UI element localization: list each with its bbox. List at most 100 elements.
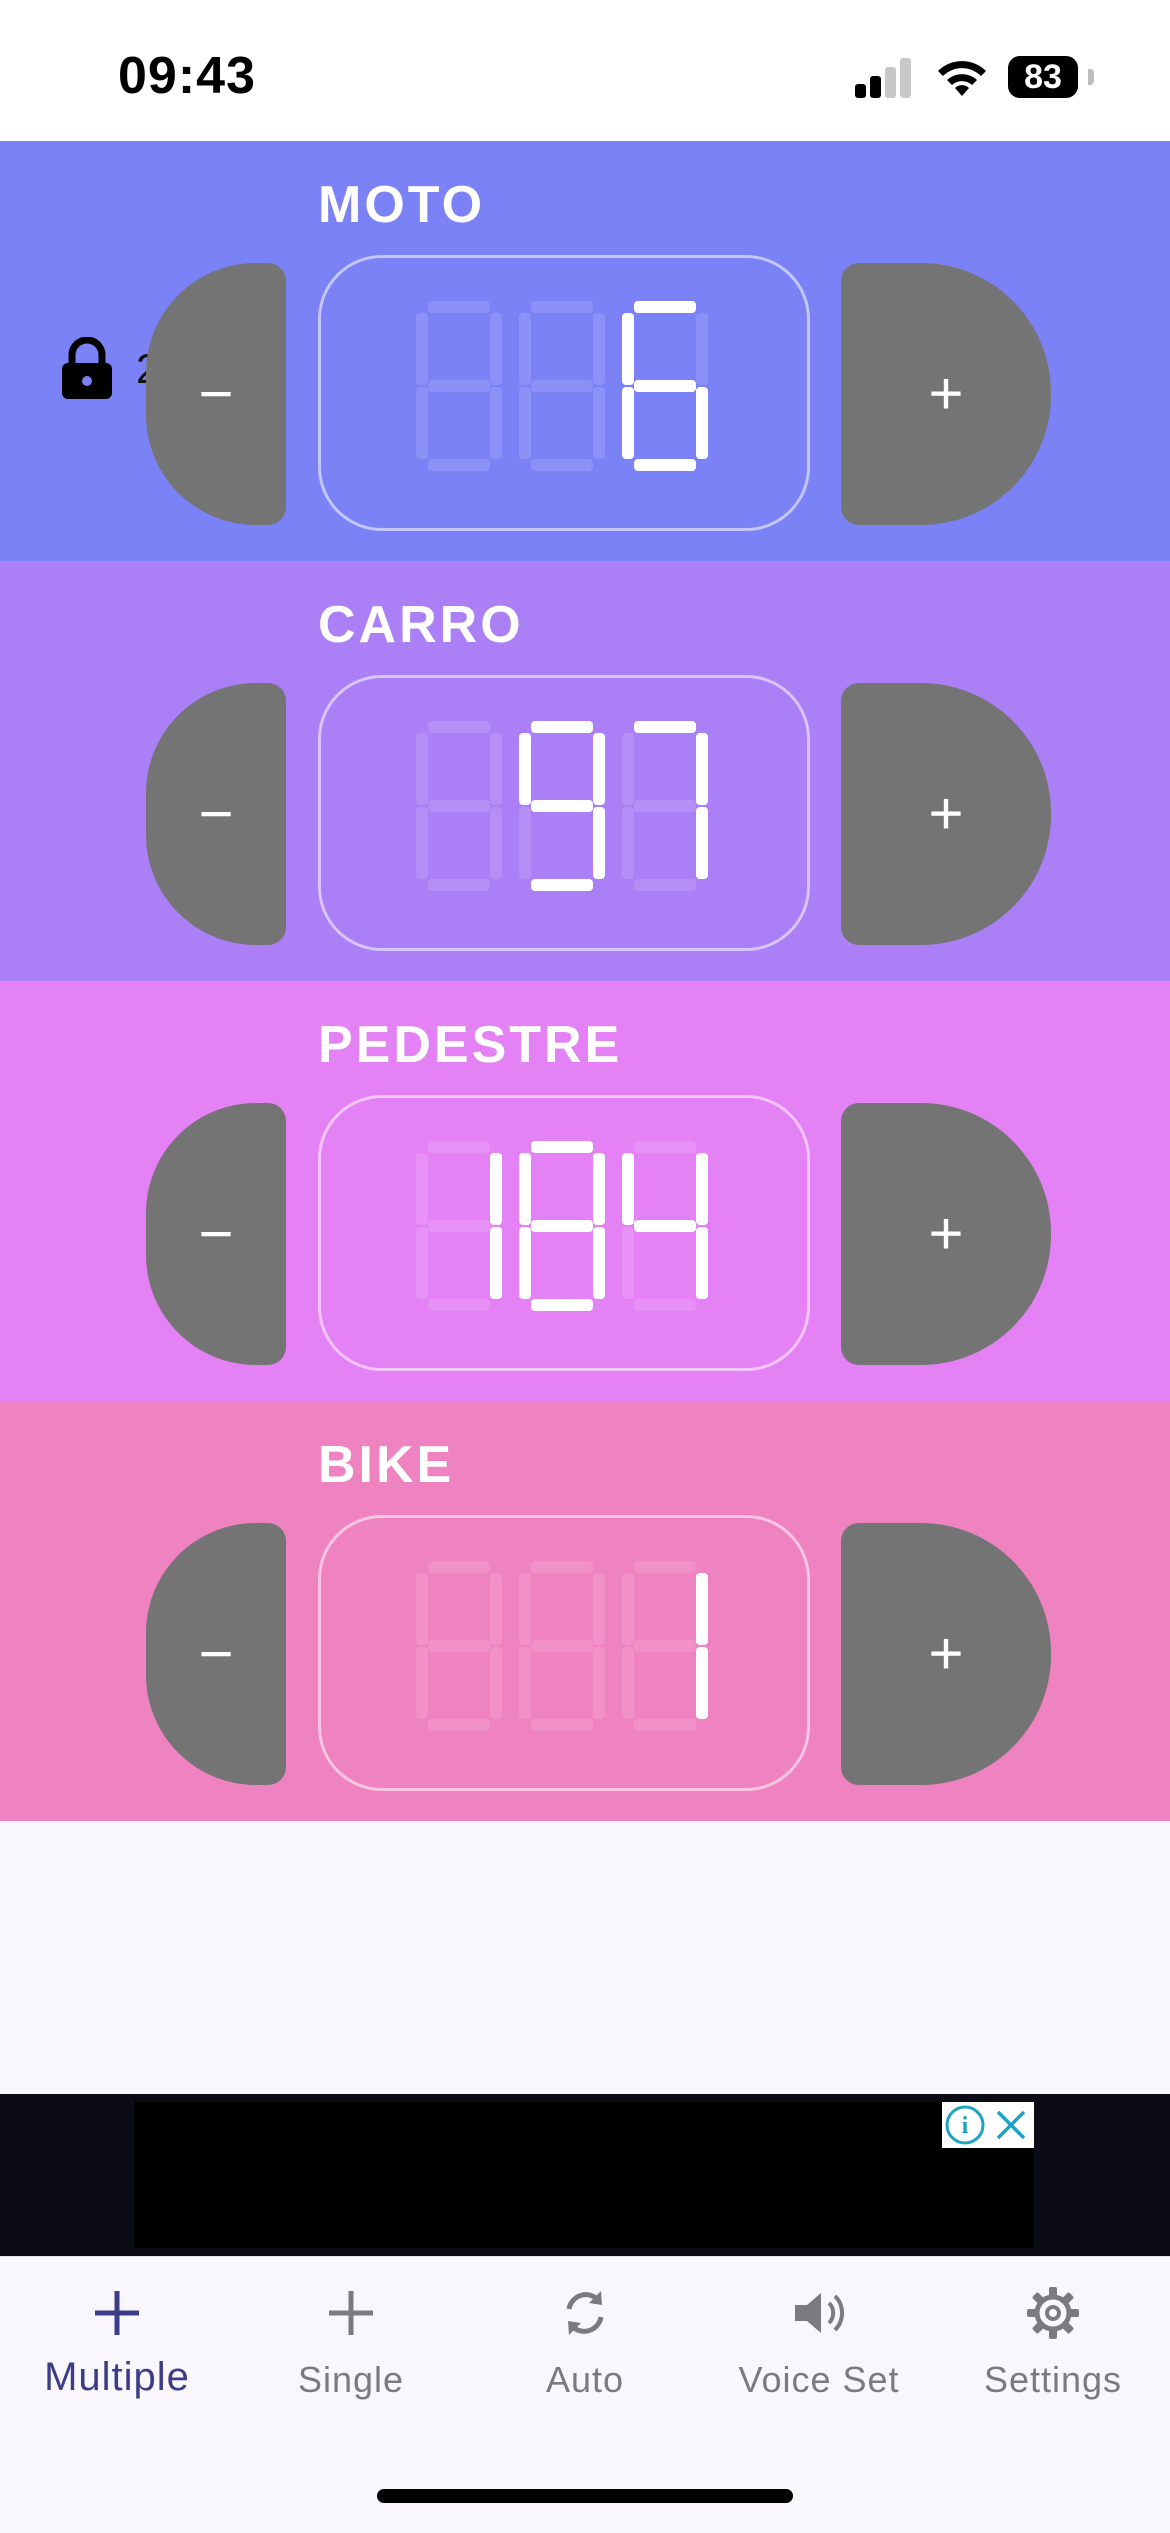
plus-icon: + bbox=[928, 360, 964, 427]
seven-segment-digits bbox=[416, 1561, 708, 1731]
segment-d bbox=[531, 1299, 593, 1311]
segment-d bbox=[531, 879, 593, 891]
segment-e bbox=[416, 1227, 428, 1299]
minus-icon: − bbox=[198, 360, 234, 427]
segment-f bbox=[519, 313, 531, 385]
decrement-button[interactable]: − bbox=[146, 1103, 286, 1365]
ad-banner: i bbox=[0, 2094, 1170, 2256]
segment-b bbox=[593, 313, 605, 385]
segment-f bbox=[622, 1153, 634, 1225]
segment-c bbox=[593, 387, 605, 459]
segment-c bbox=[593, 1647, 605, 1719]
segment-f bbox=[622, 313, 634, 385]
tab-label: Multiple bbox=[44, 2355, 190, 2399]
minus-icon: − bbox=[198, 1200, 234, 1267]
ad-content[interactable]: i bbox=[134, 2102, 1034, 2248]
segment-b bbox=[490, 1573, 502, 1645]
increment-button[interactable]: + bbox=[841, 1103, 1051, 1365]
segment-a bbox=[531, 721, 593, 733]
tab-settings[interactable]: Settings bbox=[936, 2257, 1170, 2427]
tab-auto[interactable]: Auto bbox=[468, 2257, 702, 2427]
segment-d bbox=[428, 879, 490, 891]
segment-e bbox=[416, 807, 428, 879]
segment-c bbox=[696, 1227, 708, 1299]
seven-segment-digits bbox=[416, 721, 708, 891]
status-time: 09:43 bbox=[118, 47, 256, 105]
segment-d bbox=[428, 1299, 490, 1311]
segment-g bbox=[634, 380, 696, 392]
segment-f bbox=[416, 313, 428, 385]
tab-label: Auto bbox=[545, 2359, 625, 2400]
plus-icon bbox=[95, 2291, 139, 2335]
wifi-icon bbox=[938, 61, 986, 96]
segment-a bbox=[531, 1561, 593, 1573]
segment-b bbox=[490, 1153, 502, 1225]
counter-bike: BIKE − + bbox=[0, 1401, 1170, 1821]
segment-d bbox=[531, 459, 593, 471]
segment-b bbox=[593, 1573, 605, 1645]
segment-c bbox=[490, 1647, 502, 1719]
segment-f bbox=[622, 733, 634, 805]
tab-multiple[interactable]: Multiple bbox=[0, 2257, 234, 2427]
segment-f bbox=[416, 1153, 428, 1225]
segment-f bbox=[519, 1573, 531, 1645]
segment-c bbox=[696, 807, 708, 879]
segment-g bbox=[634, 1220, 696, 1232]
counter-display bbox=[318, 1095, 810, 1371]
counter-label: MOTO bbox=[318, 176, 486, 234]
ad-close-icon[interactable] bbox=[988, 2102, 1034, 2148]
segment-e bbox=[519, 1227, 531, 1299]
segment-a bbox=[531, 1141, 593, 1153]
plus-icon: + bbox=[928, 1200, 964, 1267]
counter-display bbox=[318, 255, 810, 531]
decrement-button[interactable]: − bbox=[146, 683, 286, 945]
segment-c bbox=[490, 1227, 502, 1299]
gear-icon bbox=[1027, 2287, 1079, 2339]
tab-label: Single bbox=[297, 2359, 405, 2400]
segment-e bbox=[622, 1647, 634, 1719]
minus-icon: − bbox=[198, 1620, 234, 1687]
decrement-button[interactable]: − bbox=[146, 1523, 286, 1785]
segment-c bbox=[696, 1647, 708, 1719]
segment-b bbox=[490, 733, 502, 805]
battery-icon: 83 bbox=[1008, 56, 1094, 98]
tab-label: Voice Set bbox=[738, 2359, 900, 2400]
counter-label: BIKE bbox=[318, 1436, 455, 1494]
ad-info-icon[interactable]: i bbox=[942, 2102, 988, 2148]
counter-label: CARRO bbox=[318, 596, 524, 654]
plus-icon: + bbox=[928, 1620, 964, 1687]
lock-icon[interactable] bbox=[60, 337, 114, 401]
segment-a bbox=[428, 1561, 490, 1573]
segment-f bbox=[622, 1573, 634, 1645]
counter-carro: CARRO − + bbox=[0, 561, 1170, 981]
decrement-button[interactable]: − bbox=[146, 263, 286, 525]
tab-single[interactable]: Single bbox=[234, 2257, 468, 2427]
segment-a bbox=[428, 721, 490, 733]
increment-button[interactable]: + bbox=[841, 683, 1051, 945]
increment-button[interactable]: + bbox=[841, 263, 1051, 525]
segment-g bbox=[531, 800, 593, 812]
segment-e bbox=[519, 807, 531, 879]
segment-b bbox=[696, 1573, 708, 1645]
counter-label: PEDESTRE bbox=[318, 1016, 623, 1074]
refresh-icon bbox=[566, 2291, 604, 2335]
tab-label: Settings bbox=[983, 2359, 1123, 2400]
segment-a bbox=[634, 1141, 696, 1153]
home-indicator[interactable] bbox=[377, 2489, 793, 2503]
segment-e bbox=[519, 1647, 531, 1719]
segment-e bbox=[416, 387, 428, 459]
tab-voice-set[interactable]: Voice Set bbox=[702, 2257, 936, 2427]
segment-g bbox=[634, 800, 696, 812]
segment-e bbox=[622, 1227, 634, 1299]
segment-f bbox=[416, 1573, 428, 1645]
segment-b bbox=[696, 1153, 708, 1225]
segment-a bbox=[428, 301, 490, 313]
increment-button[interactable]: + bbox=[841, 1523, 1051, 1785]
ad-info-glyph: i bbox=[962, 2113, 969, 2139]
segment-g bbox=[428, 800, 490, 812]
segment-d bbox=[634, 879, 696, 891]
seven-segment-digits bbox=[416, 301, 708, 471]
segment-c bbox=[593, 807, 605, 879]
signal-icon bbox=[855, 58, 915, 98]
plus-icon: + bbox=[928, 780, 964, 847]
